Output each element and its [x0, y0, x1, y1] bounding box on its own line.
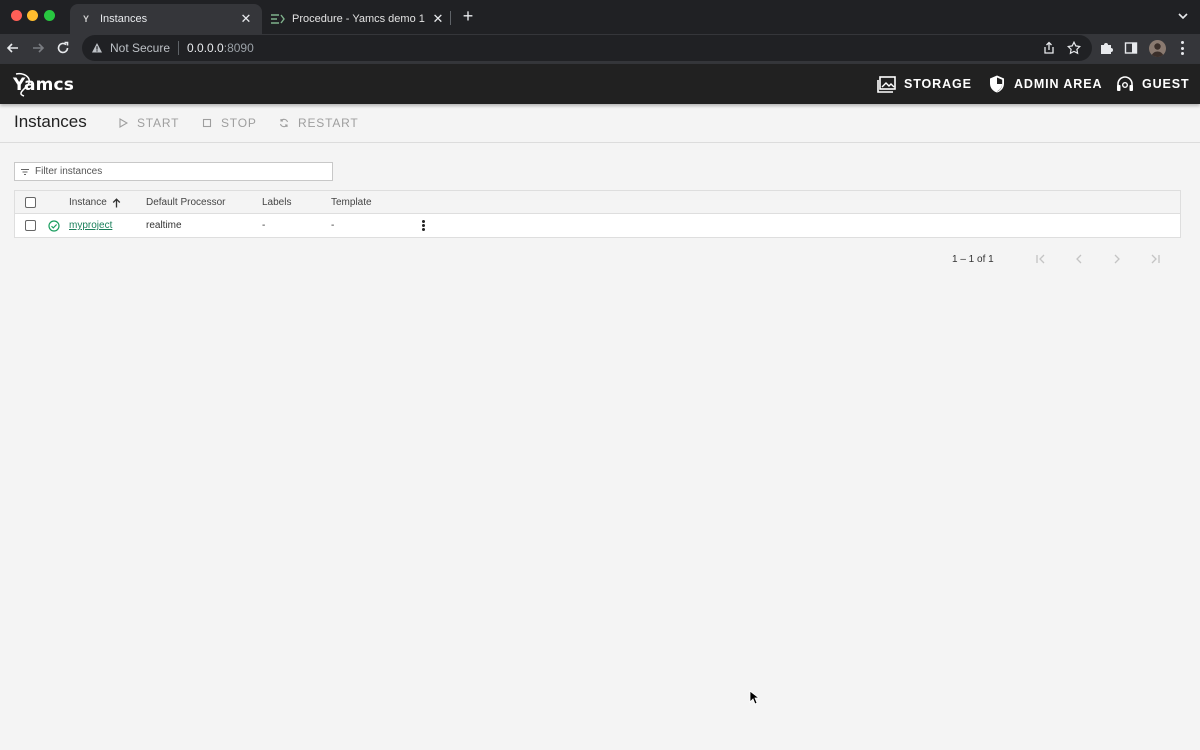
restart-button[interactable]: RESTART [279, 116, 359, 130]
account-icon [1117, 76, 1133, 91]
stop-label: STOP [221, 116, 257, 130]
next-page-icon[interactable] [1110, 252, 1124, 266]
row-select-cell [25, 214, 36, 237]
mouse-cursor-icon [749, 690, 759, 705]
row-more-icon[interactable] [421, 220, 425, 231]
processor-cell: realtime [146, 220, 182, 231]
tab-search-chevron-icon[interactable] [1176, 9, 1190, 23]
guest-button[interactable]: GUEST [1115, 74, 1190, 94]
play-icon [119, 118, 128, 128]
browser-tab-instances[interactable]: Y Instances ✕ [70, 4, 262, 34]
side-panel-icon[interactable] [1124, 41, 1138, 55]
storage-button[interactable]: STORAGE [877, 74, 972, 94]
row-menu-cell [421, 214, 425, 237]
page-toolbar [0, 104, 1200, 143]
address-divider [178, 41, 180, 55]
stop-button[interactable]: STOP [202, 116, 257, 130]
instances-table: Instance Default Processor Labels Templa… [14, 190, 1181, 238]
tab-separator [450, 11, 451, 25]
browser-tab-procedure[interactable]: Procedure - Yamcs demo 1 ✕ [262, 4, 454, 34]
status-cell [48, 214, 60, 237]
row-checkbox[interactable] [25, 220, 36, 231]
column-header-labels: Labels [262, 197, 292, 208]
column-label: Instance [69, 197, 107, 208]
labels-cell: - [262, 220, 266, 231]
restart-label: RESTART [298, 116, 359, 130]
filter-list-icon [21, 168, 29, 175]
back-arrow-icon[interactable] [5, 40, 21, 56]
status-ok-icon [48, 219, 60, 232]
column-header-template: Template [331, 197, 372, 208]
address-port: :8090 [223, 41, 254, 55]
warning-icon [92, 43, 102, 53]
table-row[interactable]: myproject realtime - - [15, 214, 1180, 237]
start-label: START [137, 116, 180, 130]
filter-box[interactable] [14, 162, 333, 181]
new-tab-button[interactable]: + [459, 7, 477, 26]
first-page-icon[interactable] [1034, 252, 1048, 266]
start-button[interactable]: START [118, 116, 179, 130]
bookmark-star-icon[interactable] [1067, 41, 1081, 55]
admin-area-label: ADMIN AREA [1014, 77, 1103, 91]
close-tab-icon[interactable]: ✕ [239, 11, 253, 26]
extensions-puzzle-icon[interactable] [1099, 41, 1113, 55]
procedure-favicon-icon [271, 12, 285, 26]
column-header-default-processor: Default Processor [146, 197, 226, 208]
window-zoom-button[interactable] [44, 10, 55, 21]
share-icon[interactable] [1042, 41, 1056, 55]
template-cell: - [331, 220, 335, 231]
close-tab-icon[interactable]: ✕ [431, 11, 445, 26]
tab-title: Procedure - Yamcs demo 1 [292, 13, 425, 25]
storage-label: STORAGE [904, 77, 972, 91]
profile-avatar[interactable] [1149, 40, 1166, 57]
browser-menu-icon[interactable] [1180, 41, 1184, 55]
forward-arrow-icon[interactable] [30, 40, 46, 56]
admin-area-button[interactable]: ADMIN AREA [987, 74, 1102, 94]
select-all-checkbox[interactable] [25, 197, 36, 208]
storage-icon [877, 76, 896, 93]
window-close-button[interactable] [11, 10, 22, 21]
column-header-instance[interactable]: Instance [69, 191, 121, 214]
instance-cell: myproject [69, 214, 112, 237]
window-minimize-button[interactable] [27, 10, 38, 21]
guest-label: GUEST [1142, 77, 1190, 91]
stop-icon [202, 118, 212, 128]
instance-link[interactable]: myproject [69, 220, 112, 231]
sort-ascending-icon[interactable] [112, 197, 121, 208]
address-bar[interactable]: Not Secure 0.0.0.0:8090 [82, 35, 1092, 61]
security-label[interactable]: Not Secure [110, 41, 170, 55]
previous-page-icon[interactable] [1072, 252, 1086, 266]
filter-instances-input[interactable] [35, 166, 325, 177]
address-host: 0.0.0.0 [187, 41, 224, 55]
restart-icon [279, 118, 289, 128]
select-all-cell [25, 191, 36, 214]
reload-icon[interactable] [55, 40, 71, 56]
yamcs-logo[interactable]: Yamcs [13, 73, 74, 97]
table-header-row: Instance Default Processor Labels Templa… [15, 191, 1180, 214]
shield-icon [990, 75, 1004, 93]
paginator-range-label: 1 – 1 of 1 [952, 254, 994, 265]
last-page-icon[interactable] [1148, 252, 1162, 266]
tab-title: Instances [100, 13, 148, 25]
yamcs-favicon-icon: Y [82, 14, 89, 24]
page-title: Instances [14, 112, 87, 131]
